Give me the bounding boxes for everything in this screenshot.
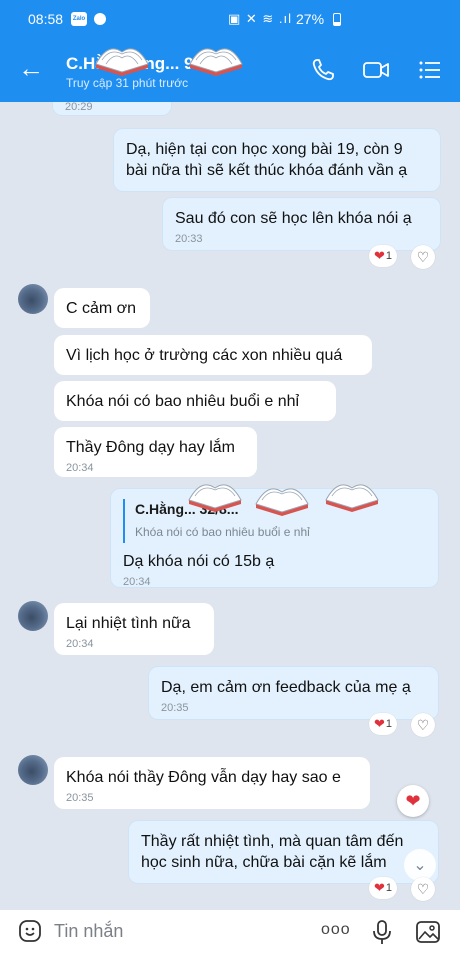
heart-outline-icon: ♡	[416, 716, 430, 733]
heart-outline-icon: ♡	[416, 248, 430, 265]
message-bubble-outgoing[interactable]: Thầy rất nhiệt tình, mà quan tâm đến học…	[128, 820, 439, 884]
message-bubble-incoming[interactable]: Lại nhiệt tình nữa 20:34	[54, 603, 214, 655]
message-input[interactable]: Tin nhắn	[54, 921, 123, 942]
like-button[interactable]: ♡	[411, 245, 435, 269]
video-call-icon[interactable]	[360, 54, 392, 86]
message-text: Sau đó con sẽ học lên khóa nói ạ	[175, 210, 412, 227]
message-bubble-incoming[interactable]: Khóa nói có bao nhiêu buổi e nhỉ	[54, 381, 336, 421]
back-arrow-icon[interactable]: ←	[18, 54, 44, 82]
zalo-notification-icon: Zalo	[71, 12, 87, 26]
message-text: Khóa nói có bao nhiêu buổi e nhỉ	[66, 393, 300, 410]
message-text: Khóa nói thầy Đông vẫn dạy hay sao e	[66, 769, 341, 786]
reaction-count: 1	[385, 250, 393, 262]
heart-icon: ❤	[405, 790, 421, 811]
book-sticker-icon	[188, 484, 242, 512]
message-bubble-incoming[interactable]: C cảm ơn	[54, 288, 150, 328]
message-bubble-incoming[interactable]: Thầy Đông dạy hay lắm 20:34	[54, 427, 257, 477]
message-bubble-outgoing[interactable]: Sau đó con sẽ học lên khóa nói ạ 20:33	[162, 197, 441, 251]
message-text: Thầy rất nhiệt tình, mà quan tâm đến học…	[141, 833, 404, 871]
reaction-badge[interactable]: ❤ 1	[369, 713, 398, 735]
phone-icon[interactable]	[307, 54, 339, 86]
book-sticker-icon	[95, 48, 149, 76]
message-bubble-outgoing[interactable]: 20:29	[52, 102, 172, 116]
chat-message-list[interactable]: 20:29 Dạ, hiện tại con học xong bài 19, …	[0, 102, 460, 910]
like-button[interactable]: ♡	[411, 713, 435, 737]
message-time: 20:34	[123, 576, 151, 588]
quoted-text: Khóa nói có bao nhiêu buổi e nhỉ	[135, 525, 310, 539]
message-text: Dạ, em cảm ơn feedback của mẹ ạ	[161, 679, 411, 696]
book-sticker-icon	[189, 48, 243, 76]
message-bubble-outgoing[interactable]: Dạ, em cảm ơn feedback của mẹ ạ 20:35	[148, 666, 439, 720]
battery-icon	[333, 13, 341, 26]
avatar[interactable]	[18, 755, 48, 785]
chevron-double-down-icon: ⌄	[413, 857, 427, 874]
message-text: Dạ khóa nói có 15b ạ	[123, 553, 275, 570]
status-bar: 08:58 Zalo ▣ ✕ ≋ .ıl 27%	[0, 0, 460, 40]
message-time: 20:33	[175, 233, 203, 245]
last-seen-status: Truy cập 31 phút trước	[66, 76, 189, 90]
message-text: C cảm ơn	[66, 300, 137, 317]
menu-icon[interactable]	[414, 54, 446, 86]
heart-icon: ❤	[374, 248, 385, 263]
message-text: Thầy Đông dạy hay lắm	[66, 439, 235, 456]
message-time: 20:29	[65, 102, 93, 113]
heart-outline-icon: ♡	[416, 880, 430, 897]
battery-percent: 27%	[296, 11, 325, 27]
message-bubble-incoming[interactable]: Vì lịch học ở trường các xon nhiều quá	[54, 335, 372, 375]
system-status-icons: ▣ ✕ ≋ .ıl	[228, 11, 293, 26]
reaction-badge[interactable]: ❤ 1	[369, 877, 398, 899]
notification-dot-icon	[94, 13, 106, 25]
message-text: Lại nhiệt tình nữa	[66, 615, 191, 632]
emoji-icon[interactable]	[18, 919, 42, 943]
like-button[interactable]: ♡	[411, 877, 435, 901]
book-sticker-icon	[255, 488, 309, 516]
quick-heart-react-button[interactable]: ❤	[397, 785, 429, 817]
message-bubble-incoming[interactable]: Khóa nói thầy Đông vẫn dạy hay sao e 20:…	[54, 757, 370, 809]
reaction-count: 1	[385, 882, 393, 894]
message-composer: Tin nhắn ooo	[0, 910, 460, 955]
message-time: 20:34	[66, 638, 94, 650]
book-sticker-icon	[325, 484, 379, 512]
message-text: Dạ, hiện tại con học xong bài 19, còn 9 …	[126, 141, 408, 179]
image-picker-icon[interactable]	[414, 918, 442, 946]
reaction-badge[interactable]: ❤ 1	[369, 245, 398, 267]
avatar[interactable]	[18, 601, 48, 631]
message-time: 20:35	[66, 792, 94, 804]
heart-icon: ❤	[374, 880, 385, 895]
message-bubble-outgoing[interactable]: Dạ, hiện tại con học xong bài 19, còn 9 …	[113, 128, 441, 192]
avatar[interactable]	[18, 284, 48, 314]
message-text: Vì lịch học ở trường các xon nhiều quá	[66, 347, 343, 364]
reaction-count: 1	[385, 718, 393, 730]
chat-header: ← C.Hằng... ng... 98... Truy cập 31 phút…	[0, 40, 460, 102]
status-time: 08:58	[28, 11, 64, 27]
heart-icon: ❤	[374, 716, 385, 731]
microphone-icon[interactable]	[370, 918, 394, 946]
more-options-icon[interactable]: ooo	[321, 921, 351, 939]
